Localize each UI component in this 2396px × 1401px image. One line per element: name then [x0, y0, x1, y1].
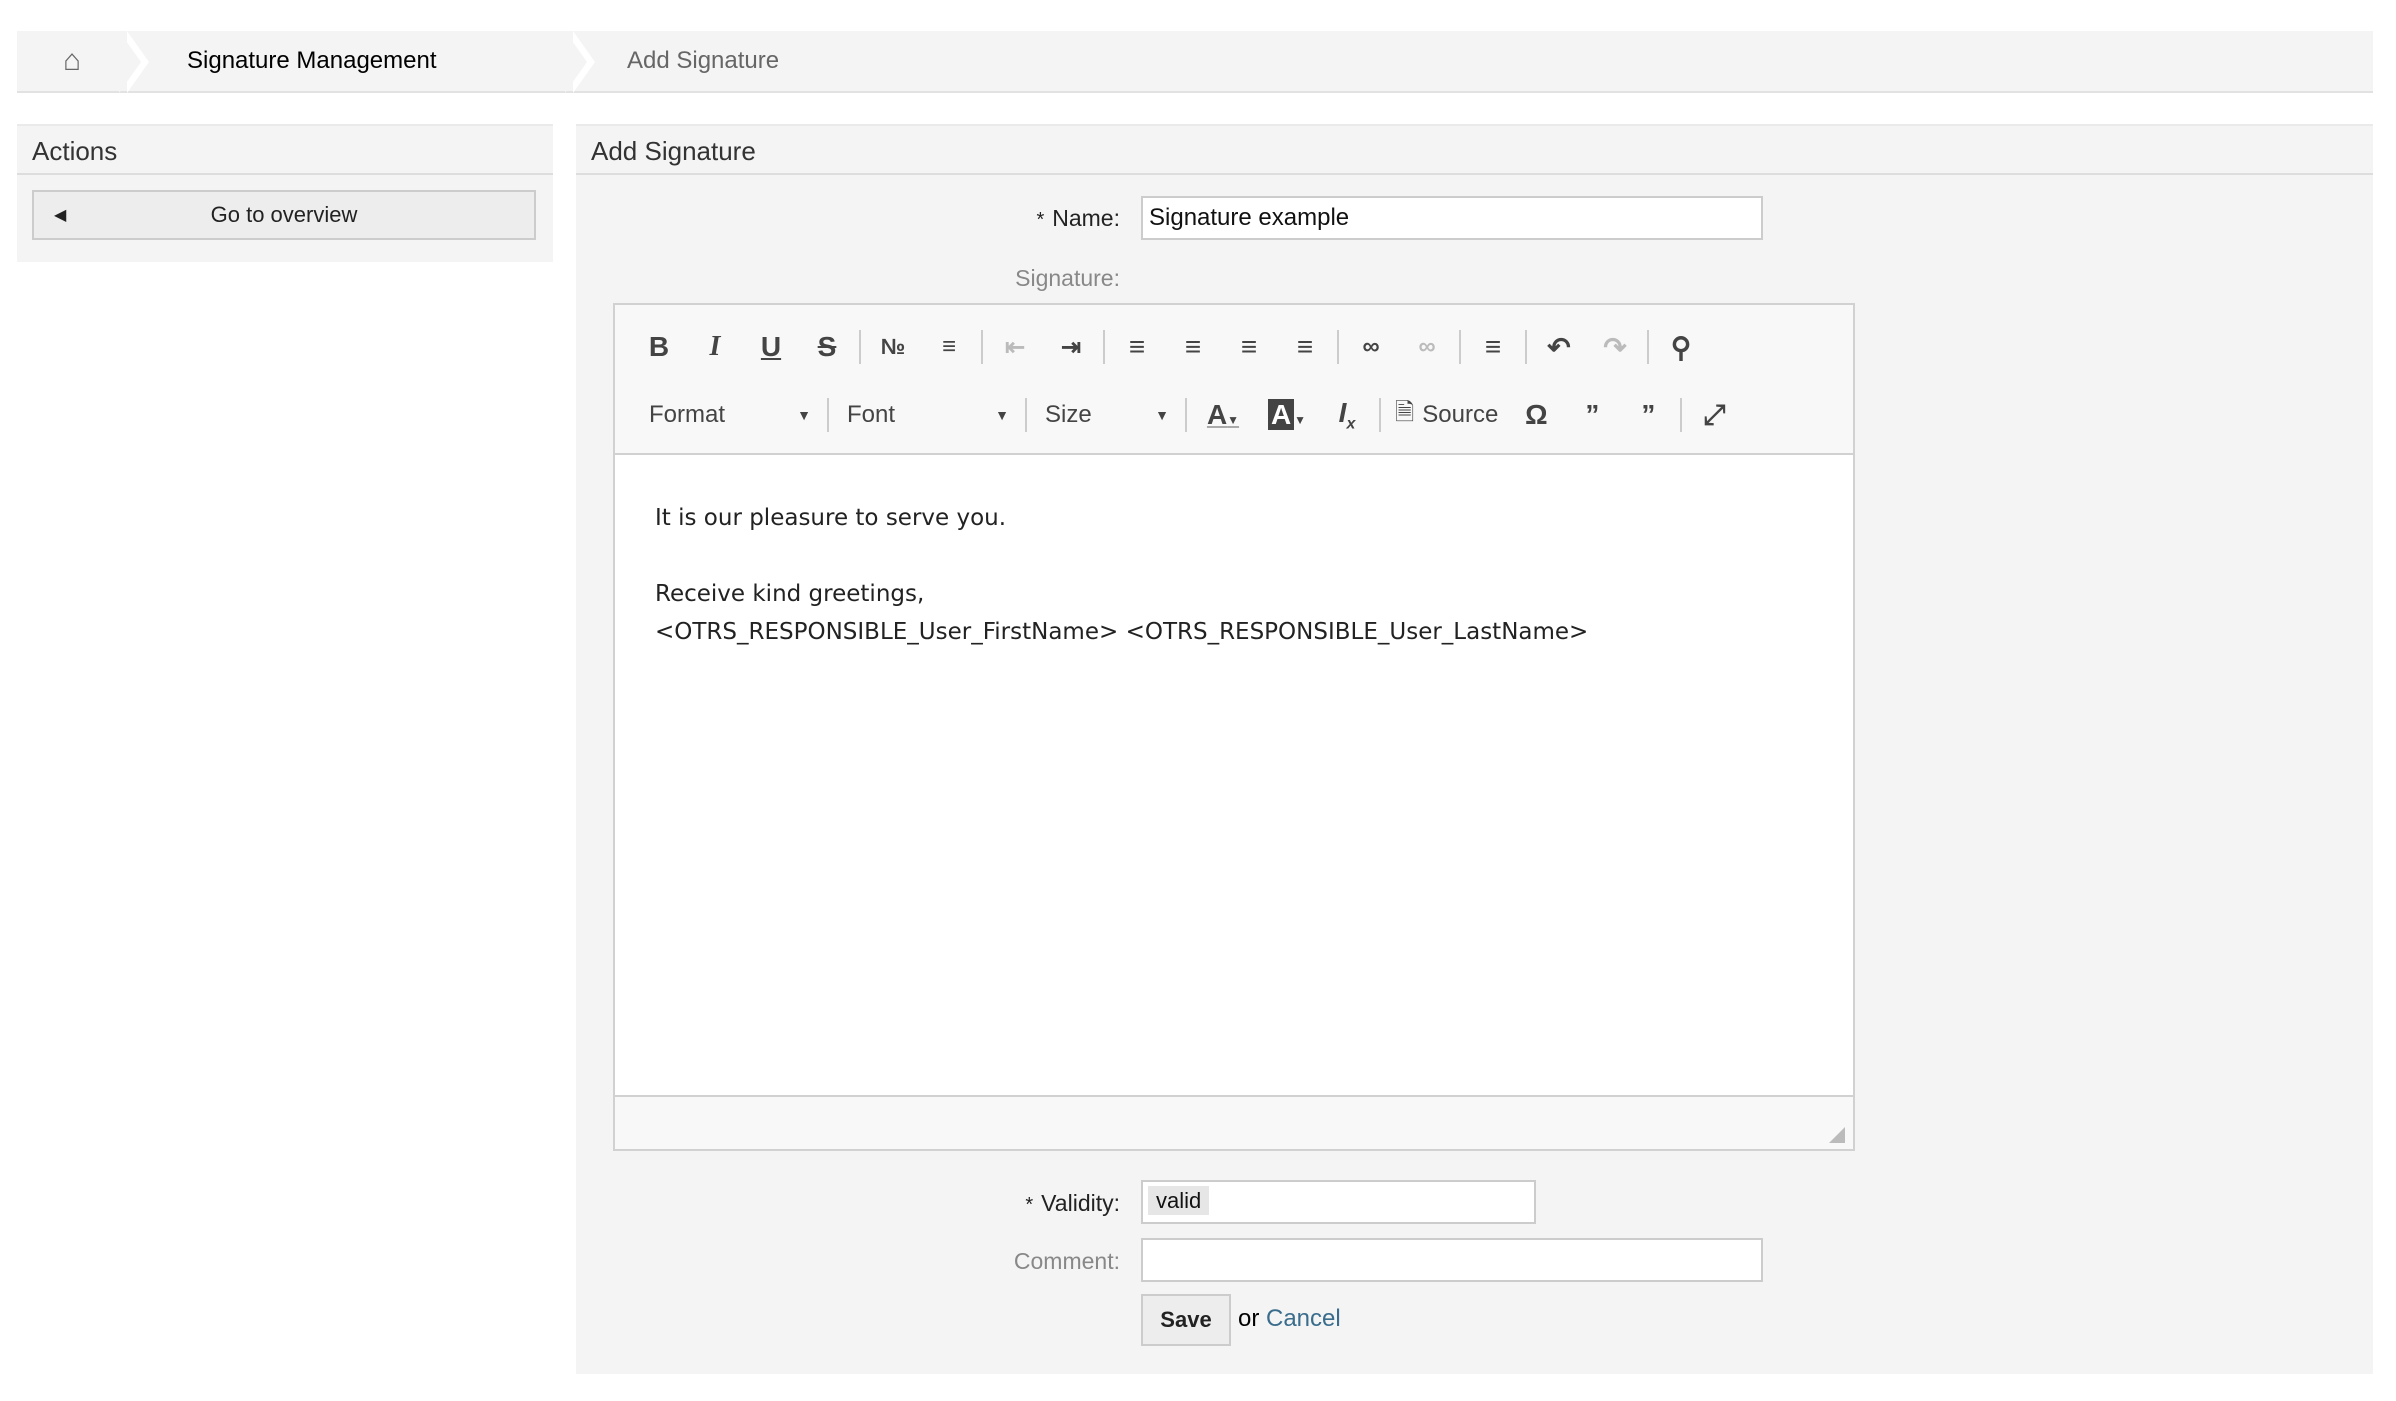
- breadcrumb-home[interactable]: ⌂: [17, 31, 149, 93]
- format-dropdown[interactable]: Format ▼: [635, 401, 823, 429]
- justify-icon[interactable]: ≡: [1277, 331, 1333, 363]
- blockquote-icon[interactable]: ”: [1564, 399, 1620, 431]
- strikethrough-icon[interactable]: S: [799, 331, 855, 363]
- size-dropdown[interactable]: Size ▼: [1031, 401, 1181, 429]
- name-input[interactable]: [1141, 196, 1763, 240]
- name-label: * Name:: [1036, 205, 1120, 231]
- button-label: Go to overview: [210, 202, 358, 227]
- breadcrumb-signature-management[interactable]: Signature Management: [127, 31, 595, 93]
- content-line: [655, 537, 1813, 575]
- actions-panel: Actions ◀ Go to overview: [17, 124, 553, 262]
- undo-icon[interactable]: ↶: [1531, 331, 1587, 364]
- maximize-icon[interactable]: ⤢: [1686, 399, 1742, 432]
- italic-icon[interactable]: I: [687, 331, 743, 363]
- outdent-icon[interactable]: ⇤: [987, 333, 1043, 362]
- bulleted-list-icon[interactable]: ≡: [921, 333, 977, 361]
- editor-toolbar-row-1: B I U S № ≡ ⇤ ⇥ ≡ ≡ ≡ ≡ ∞ ∞ ≡ ↶ ↷ ⚲: [631, 327, 1709, 367]
- font-dropdown[interactable]: Font ▼: [833, 401, 1021, 429]
- dropdown-arrow-icon: ▼: [995, 407, 1009, 423]
- panel-title: Add Signature: [576, 126, 2373, 175]
- actions-title: Actions: [17, 126, 553, 175]
- dropdown-arrow-icon: ▼: [1155, 407, 1169, 423]
- go-to-overview-button[interactable]: ◀ Go to overview: [32, 190, 536, 240]
- background-color-icon[interactable]: A ▼: [1255, 399, 1319, 431]
- unlink-icon[interactable]: ∞: [1399, 333, 1455, 361]
- source-icon: 🗎: [1395, 398, 1415, 426]
- validity-tag: valid: [1148, 1186, 1210, 1215]
- or-text: or: [1238, 1305, 1260, 1332]
- bold-icon[interactable]: B: [631, 331, 687, 363]
- comment-input[interactable]: [1141, 1238, 1763, 1282]
- dropdown-arrow-icon: ▼: [797, 407, 811, 423]
- caret-left-icon: ◀: [54, 207, 67, 224]
- rich-text-editor: B I U S № ≡ ⇤ ⇥ ≡ ≡ ≡ ≡ ∞ ∞ ≡ ↶ ↷ ⚲ Form…: [613, 303, 1855, 1151]
- breadcrumb-label: Add Signature: [627, 47, 780, 74]
- align-center-icon[interactable]: ≡: [1165, 331, 1221, 363]
- align-right-icon[interactable]: ≡: [1221, 331, 1277, 363]
- cancel-link[interactable]: Cancel: [1266, 1305, 1341, 1333]
- link-icon[interactable]: ∞: [1343, 333, 1399, 361]
- home-icon: ⌂: [62, 44, 82, 77]
- breadcrumb: ⌂ Signature Management Add Signature: [17, 31, 2373, 93]
- remove-format-icon[interactable]: Ix: [1319, 397, 1375, 434]
- breadcrumb-label: Signature Management: [187, 47, 437, 74]
- remove-blockquote-icon[interactable]: ”: [1620, 399, 1676, 431]
- indent-icon[interactable]: ⇥: [1043, 333, 1099, 362]
- breadcrumb-add-signature: Add Signature: [573, 31, 779, 91]
- align-left-icon[interactable]: ≡: [1109, 331, 1165, 363]
- redo-icon[interactable]: ↷: [1587, 331, 1643, 364]
- special-character-icon[interactable]: Ω: [1508, 399, 1564, 431]
- content-line: Receive kind greetings,: [655, 581, 925, 607]
- horizontal-line-icon[interactable]: ≡: [1465, 331, 1521, 363]
- save-button[interactable]: Save: [1141, 1294, 1231, 1346]
- signature-label: Signature:: [1015, 265, 1120, 291]
- content-line: It is our pleasure to serve you.: [655, 505, 1007, 531]
- source-button[interactable]: 🗎 Source: [1385, 395, 1508, 436]
- find-icon[interactable]: ⚲: [1653, 331, 1709, 364]
- content-line: <OTRS_RESPONSIBLE_User_FirstName> <OTRS_…: [655, 619, 1589, 645]
- text-color-icon[interactable]: A▼: [1191, 399, 1255, 431]
- numbered-list-icon[interactable]: №: [865, 334, 921, 360]
- editor-toolbar-row-2: Format ▼ Font ▼ Size ▼ A▼ A ▼ Ix 🗎 Source Ω ”…: [635, 395, 1742, 435]
- resize-handle-icon[interactable]: [1829, 1127, 1845, 1143]
- editor-content[interactable]: It is our pleasure to serve you. Receive…: [615, 453, 1853, 1097]
- validity-label: * Validity:: [1025, 1190, 1120, 1216]
- comment-label: Comment:: [1013, 1248, 1120, 1274]
- underline-icon[interactable]: U: [743, 331, 799, 363]
- validity-select[interactable]: valid: [1141, 1180, 1536, 1224]
